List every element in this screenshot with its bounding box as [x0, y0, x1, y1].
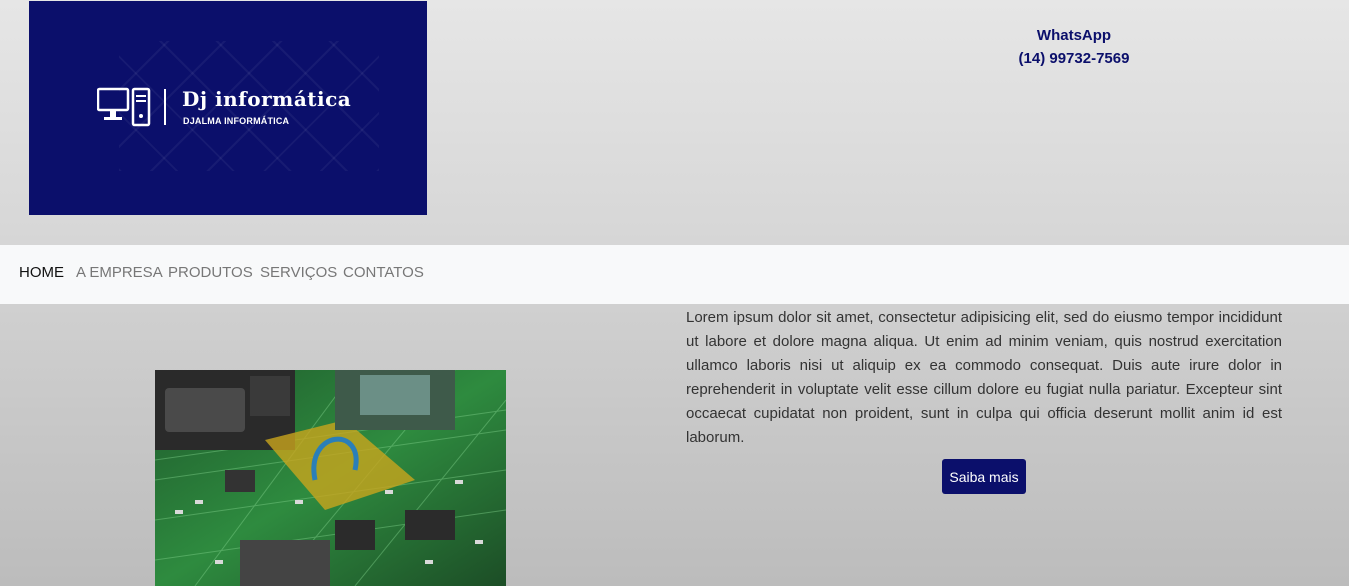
- logo-title: Dj informática: [182, 87, 352, 111]
- whatsapp-phone[interactable]: (14) 99732-7569: [974, 47, 1174, 70]
- navbar: HOME A EMPRESA PRODUTOS SERVIÇOS CONTATO…: [0, 245, 1349, 304]
- saiba-mais-button[interactable]: Saiba mais: [942, 459, 1026, 494]
- nav-item-contatos[interactable]: CONTATOS: [343, 264, 424, 281]
- computer-icon: [97, 87, 151, 127]
- nav-item-servicos[interactable]: SERVIÇOS: [260, 264, 337, 281]
- whatsapp-label: WhatsApp: [1036, 27, 1112, 44]
- nav-item-a-empresa[interactable]: A EMPRESA: [76, 264, 163, 281]
- nav-item-produtos[interactable]: PRODUTOS: [168, 264, 253, 281]
- header: Dj informática DJALMA INFORMÁTICA WhatsA…: [0, 0, 1349, 245]
- logo[interactable]: Dj informática DJALMA INFORMÁTICA: [29, 1, 427, 215]
- intro-paragraph: Lorem ipsum dolor sit amet, consectetur …: [686, 309, 1282, 446]
- contact-info: WhatsApp (14) 99732-7569: [974, 24, 1174, 70]
- nav-item-home[interactable]: HOME: [19, 264, 64, 281]
- logo-subtitle: DJALMA INFORMÁTICA: [183, 116, 290, 126]
- circuit-board-photo: [155, 370, 506, 586]
- logo-divider: [164, 89, 166, 125]
